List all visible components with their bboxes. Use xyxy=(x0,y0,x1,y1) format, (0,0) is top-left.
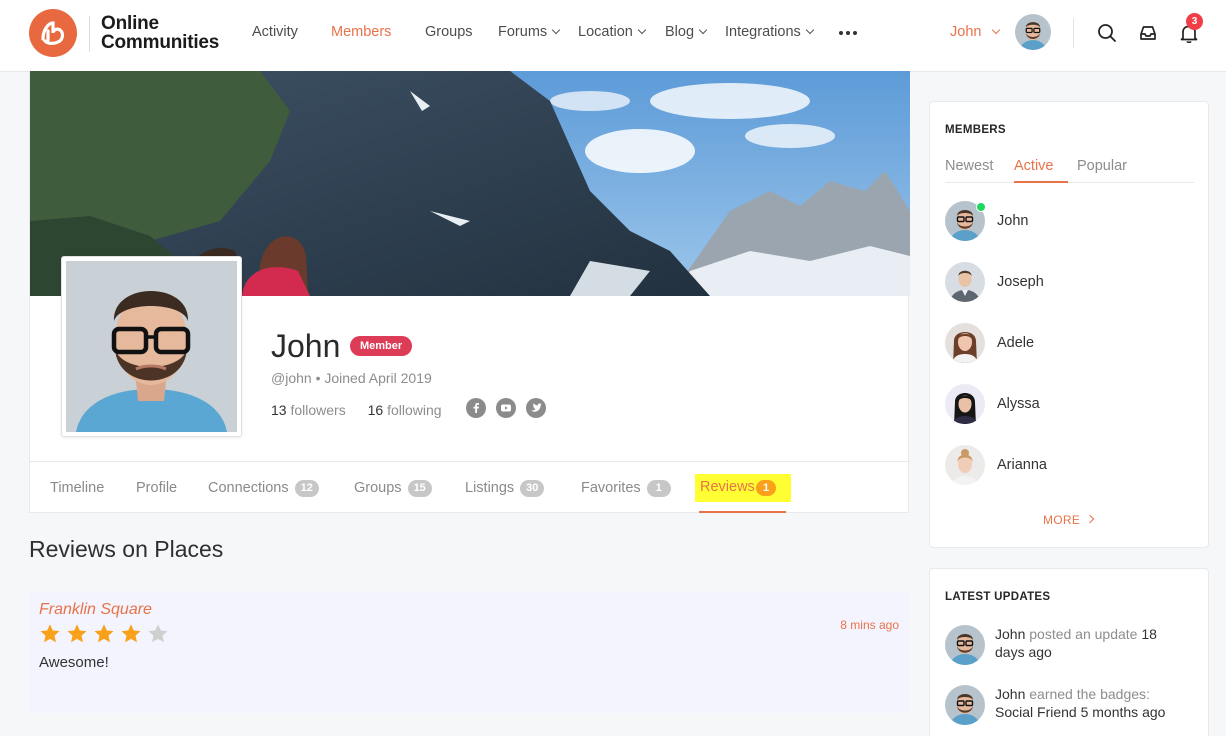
tab-count: 12 xyxy=(294,480,319,497)
member-item[interactable]: Arianna xyxy=(945,445,1195,485)
review-text: Awesome! xyxy=(39,654,109,671)
brand-divider xyxy=(89,16,90,52)
chevron-down-icon xyxy=(698,25,708,35)
nav-blog[interactable]: Blog xyxy=(665,24,708,40)
tab-newest[interactable]: Newest xyxy=(945,158,993,174)
review-item: Franklin Square 8 mins ago Awesome! xyxy=(29,592,909,713)
chevron-down-icon[interactable] xyxy=(991,25,1001,35)
site-logo-icon[interactable] xyxy=(29,9,77,57)
tab-count: 30 xyxy=(520,480,545,497)
widget-title: LATEST UPDATES xyxy=(945,591,1051,603)
avatar[interactable] xyxy=(945,625,985,665)
star-filled-icon xyxy=(67,624,87,643)
header-separator xyxy=(1073,18,1074,48)
notification-badge: 3 xyxy=(1186,13,1203,30)
tab-count: 1 xyxy=(646,480,671,497)
profile-stats: 13 followers 16 following xyxy=(271,402,442,418)
update-time-link[interactable]: Social Friend 5 months ago xyxy=(995,704,1165,720)
brand-name[interactable]: Online Communities xyxy=(101,14,219,52)
profile-meta: @john • Joined April 2019 xyxy=(271,370,432,386)
section-title: Reviews on Places xyxy=(29,536,224,562)
inbox-icon[interactable] xyxy=(1137,22,1159,44)
star-filled-icon xyxy=(121,624,141,643)
nav-location[interactable]: Location xyxy=(578,24,647,40)
member-item[interactable]: John xyxy=(945,201,1195,241)
avatar[interactable] xyxy=(945,384,985,424)
update-item: John posted an update 18 days ago xyxy=(945,625,1195,669)
nav-members[interactable]: Members xyxy=(331,24,391,40)
member-item[interactable]: Joseph xyxy=(945,262,1195,302)
update-action: earned the badges: xyxy=(1029,686,1150,702)
member-name[interactable]: John xyxy=(997,213,1028,229)
update-author-link[interactable]: John xyxy=(995,626,1025,642)
followers-link[interactable]: 13 followers xyxy=(271,402,346,418)
more-members-link[interactable]: MORE xyxy=(1043,513,1080,527)
search-icon[interactable] xyxy=(1096,22,1118,44)
youtube-icon[interactable] xyxy=(496,398,516,418)
nav-activity[interactable]: Activity xyxy=(252,24,298,40)
online-status-indicator xyxy=(976,202,986,212)
update-author-link[interactable]: John xyxy=(995,686,1025,702)
nav-integrations[interactable]: Integrations xyxy=(725,24,815,40)
avatar[interactable] xyxy=(945,685,985,725)
member-name[interactable]: Arianna xyxy=(997,457,1047,473)
member-name[interactable]: Joseph xyxy=(997,274,1044,290)
profile-name: John xyxy=(271,328,341,364)
update-text: John posted an update 18 days ago xyxy=(995,625,1185,661)
avatar[interactable] xyxy=(945,262,985,302)
tab-count: 1 xyxy=(756,480,776,496)
tab-reviews[interactable]: Reviews 1 xyxy=(695,474,791,502)
tab-groups[interactable]: Groups 15 xyxy=(354,480,432,497)
twitter-icon[interactable] xyxy=(526,398,546,418)
following-link[interactable]: 16 following xyxy=(368,402,442,418)
member-name[interactable]: Alyssa xyxy=(997,396,1040,412)
review-place-link[interactable]: Franklin Square xyxy=(39,601,152,619)
latest-updates-widget: LATEST UPDATES John posted an update 18 … xyxy=(929,568,1209,736)
tab-listings[interactable]: Listings 30 xyxy=(465,480,545,497)
update-text: John earned the badges: Social Friend 5 … xyxy=(995,685,1185,721)
nav-forums[interactable]: Forums xyxy=(498,24,561,40)
avatar[interactable] xyxy=(945,323,985,363)
active-tab-underline xyxy=(699,511,786,513)
tab-count: 15 xyxy=(407,480,432,497)
more-dots-icon[interactable] xyxy=(838,26,858,38)
brand-line-1: Online xyxy=(101,13,159,34)
tab-popular[interactable]: Popular xyxy=(1077,158,1127,174)
update-item: John earned the badges: Social Friend 5 … xyxy=(945,685,1195,729)
chevron-down-icon xyxy=(551,25,561,35)
profile-card: John Member @john • Joined April 2019 13… xyxy=(29,71,910,513)
chevron-down-icon xyxy=(637,25,647,35)
widget-title: MEMBERS xyxy=(945,124,1006,136)
tab-connections[interactable]: Connections 12 xyxy=(208,480,319,497)
chevron-right-icon[interactable] xyxy=(1085,514,1095,524)
profile-avatar[interactable] xyxy=(61,256,242,437)
tab-profile[interactable]: Profile xyxy=(136,480,177,496)
star-empty-icon xyxy=(148,624,168,643)
header-avatar[interactable] xyxy=(1015,14,1051,50)
member-item[interactable]: Adele xyxy=(945,323,1195,363)
tab-favorites[interactable]: Favorites 1 xyxy=(581,480,671,497)
tab-timeline[interactable]: Timeline xyxy=(50,480,104,496)
header-user-name[interactable]: John xyxy=(950,24,981,40)
members-widget: MEMBERS Newest Active Popular John Josep… xyxy=(929,101,1209,548)
tab-active[interactable]: Active xyxy=(1014,158,1054,174)
tab-reviews-label: Reviews xyxy=(700,479,755,495)
star-filled-icon xyxy=(40,624,60,643)
member-name[interactable]: Adele xyxy=(997,335,1034,351)
active-tab-underline xyxy=(1014,181,1068,183)
review-timestamp: 8 mins ago xyxy=(840,618,899,632)
chevron-down-icon xyxy=(805,25,815,35)
facebook-icon[interactable] xyxy=(466,398,486,418)
update-action: posted an update xyxy=(1029,626,1138,642)
member-role-badge: Member xyxy=(350,336,413,356)
avatar[interactable] xyxy=(945,445,985,485)
member-item[interactable]: Alyssa xyxy=(945,384,1195,424)
nav-groups[interactable]: Groups xyxy=(425,24,473,40)
brand-line-2: Communities xyxy=(101,32,220,53)
tabs-divider xyxy=(945,182,1194,183)
star-filled-icon xyxy=(94,624,114,643)
site-header: Online Communities Activity Members Grou… xyxy=(0,0,1226,72)
